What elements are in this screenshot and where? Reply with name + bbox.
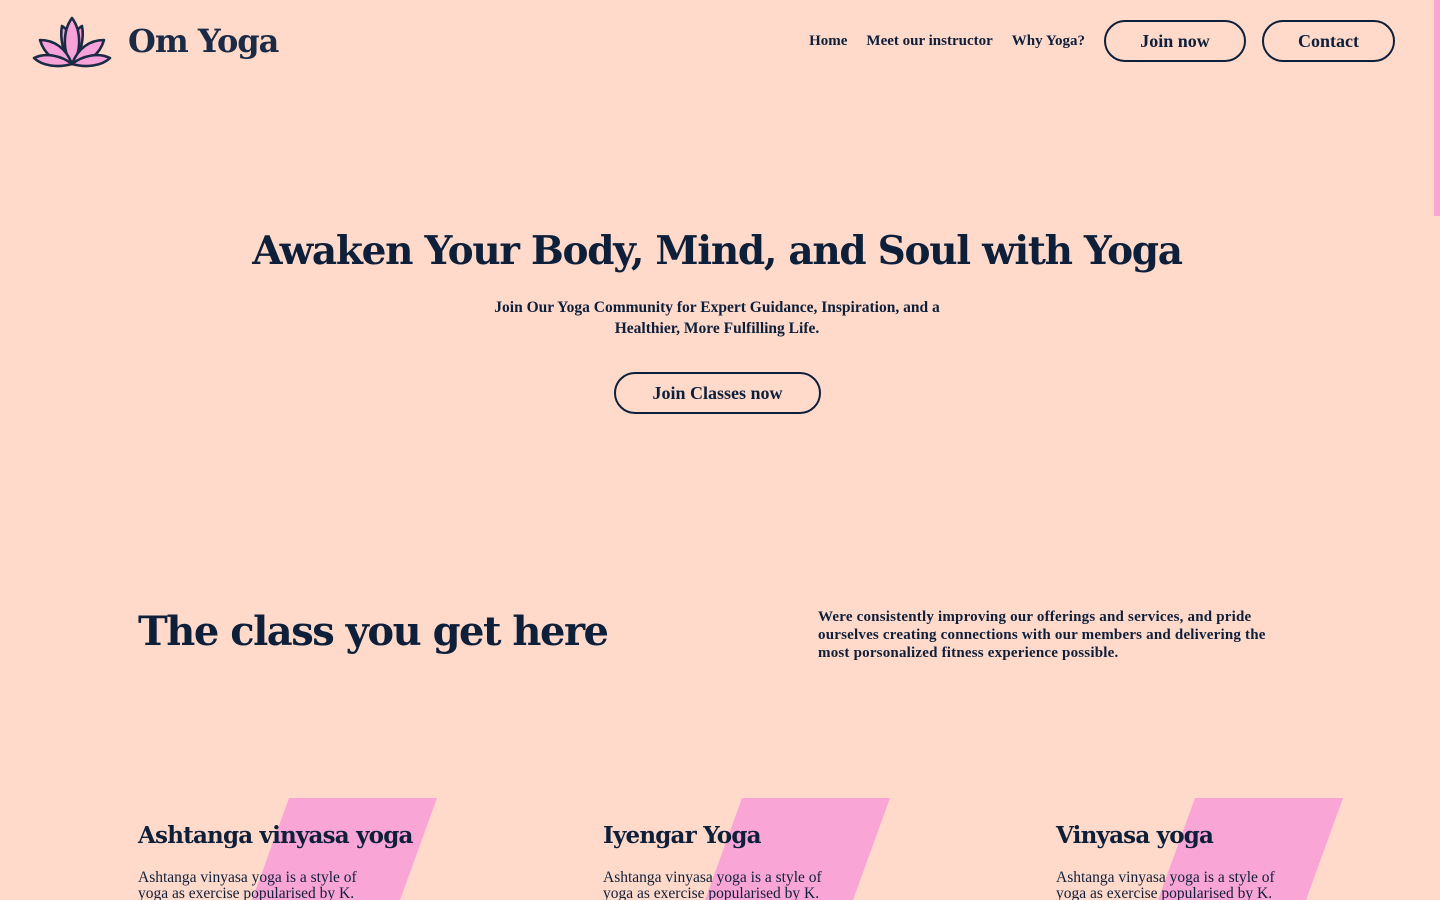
logo-link[interactable]: Om Yoga: [32, 14, 279, 68]
contact-button[interactable]: Contact: [1262, 20, 1395, 62]
brand-name: Om Yoga: [128, 22, 279, 60]
classes-description: Were consistently improving our offering…: [818, 609, 1266, 661]
site-header: Om Yoga Home Meet our instructor Why Yog…: [0, 0, 1440, 84]
class-card-vinyasa[interactable]: Vinyasa yoga Ashtanga vinyasa yoga is a …: [1056, 798, 1376, 900]
nav-home[interactable]: Home: [809, 33, 847, 50]
card-title: Iyengar Yoga: [603, 822, 762, 849]
card-text: Ashtanga vinyasa yoga is a style of yoga…: [1056, 869, 1275, 900]
nav-meet-instructor[interactable]: Meet our instructor: [866, 33, 992, 50]
hero-title: Awaken Your Body, Mind, and Soul with Yo…: [252, 228, 1183, 274]
scrollbar-thumb[interactable]: [1434, 0, 1440, 216]
join-now-button[interactable]: Join now: [1104, 20, 1246, 62]
page-scrollbar[interactable]: [1434, 0, 1440, 900]
lotus-icon: [32, 16, 112, 68]
nav-why-yoga[interactable]: Why Yoga?: [1012, 33, 1085, 50]
main-nav: Home Meet our instructor Why Yoga? Join …: [809, 20, 1395, 62]
card-text: Ashtanga vinyasa yoga is a style of yoga…: [603, 869, 822, 900]
card-title: Ashtanga vinyasa yoga: [138, 822, 413, 849]
card-text: Ashtanga vinyasa yoga is a style of yoga…: [138, 869, 357, 900]
hero-subtitle: Join Our Yoga Community for Expert Guida…: [494, 299, 940, 337]
page: Om Yoga Home Meet our instructor Why Yog…: [0, 0, 1440, 900]
class-card-ashtanga[interactable]: Ashtanga vinyasa yoga Ashtanga vinyasa y…: [138, 798, 458, 900]
classes-heading: The class you get here: [138, 608, 609, 655]
card-title: Vinyasa yoga: [1056, 822, 1214, 849]
class-card-iyengar[interactable]: Iyengar Yoga Ashtanga vinyasa yoga is a …: [603, 798, 923, 900]
join-classes-button[interactable]: Join Classes now: [614, 372, 821, 414]
